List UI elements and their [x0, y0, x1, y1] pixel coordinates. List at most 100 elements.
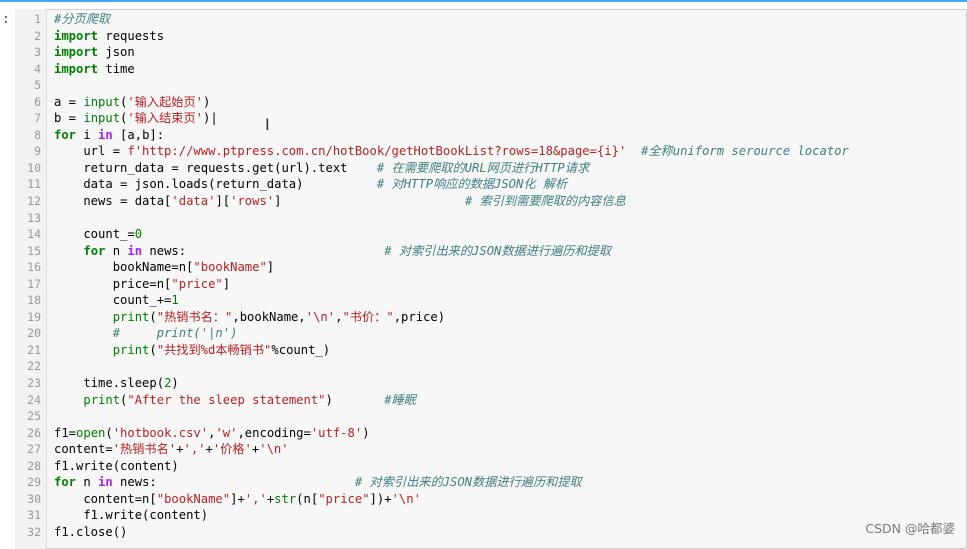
code-token: str [274, 491, 297, 506]
code-line[interactable]: 19 print("热销书名：",bookName,'\n',"书价：",pri… [0, 309, 967, 326]
code-token: 'hotbook.csv' [112, 425, 209, 440]
code-line[interactable]: 24 print("After the sleep statement") #睡… [0, 392, 967, 409]
code-token: open [76, 425, 106, 440]
code-line[interactable]: 20 # print('|n') [0, 325, 967, 342]
code-token: i [76, 127, 99, 142]
code-line[interactable]: 10 return_data = requests.get(url).text … [0, 160, 967, 177]
line-number: 21 [27, 342, 41, 357]
code-line[interactable]: 3 import json [0, 44, 967, 61]
code-token: a = [54, 94, 84, 109]
code-token: + [205, 442, 213, 457]
cell-selection-bar [0, 0, 967, 2]
line-number: 25 [27, 409, 41, 424]
text-cursor-icon: I [265, 115, 270, 134]
line-number: 16 [27, 260, 41, 275]
code-token: ] [274, 194, 465, 209]
code-line[interactable]: 15 for n in news: # 对索引出来的JSON数据进行遍历和提取 [0, 243, 967, 260]
code-token: content= [54, 442, 113, 457]
code-line[interactable]: 12 news = data['data']['rows'] # 索引到需要爬取… [0, 193, 967, 210]
code-line[interactable]: 28 f1.write(content) [0, 458, 967, 475]
code-token: %count_) [271, 342, 331, 357]
line-number: 31 [27, 508, 41, 523]
code-text: url = f'http://www.ptpress.com.cn/hotBoo… [54, 143, 848, 160]
code-line[interactable]: 16 bookName=n["bookName"] [0, 259, 967, 276]
code-line[interactable]: 17 price=n["price"] [0, 276, 967, 293]
code-line[interactable]: 2 import requests [0, 28, 967, 45]
code-token: ])+ [369, 491, 392, 506]
code-text: import time [54, 61, 135, 78]
code-token: in [98, 127, 113, 142]
code-token: 'rows' [230, 194, 275, 209]
line-number: 13 [27, 210, 41, 225]
code-token: ,bookName, [232, 309, 306, 324]
code-line[interactable]: 6 a = input('输入起始页') [0, 94, 967, 111]
code-line[interactable]: 31 f1.write(content) [0, 507, 967, 524]
line-number: 19 [27, 309, 41, 324]
code-token: ]+ [230, 491, 245, 506]
code-text: # print('|n') [54, 325, 238, 342]
code-line[interactable]: 30 content=n["bookName"]+','+str(n["pric… [0, 491, 967, 508]
code-token: b = [54, 111, 84, 126]
code-token: news: [112, 475, 355, 490]
line-number: 30 [27, 491, 41, 506]
code-editor[interactable]: 1 #分页爬取 2 import requests 3 import json 4 impor… [0, 11, 967, 541]
code-token: '\n' [259, 442, 289, 457]
line-number: 22 [27, 359, 41, 374]
code-line[interactable]: 5 [0, 77, 967, 94]
code-line[interactable]: 11 data = json.loads(return_data) # 对HTT… [0, 176, 967, 193]
code-line[interactable]: 14 count_=0 [0, 226, 967, 243]
code-text: import requests [54, 28, 164, 45]
code-text: price=n["price"] [54, 276, 230, 293]
code-line[interactable]: 32 f1.close() [0, 524, 967, 541]
code-token: ] [266, 260, 275, 275]
code-token: json [98, 45, 135, 60]
code-token: 1 [171, 293, 179, 308]
code-token: time.sleep( [54, 376, 165, 391]
code-token: data = json.loads(return_data) [54, 177, 377, 192]
code-token: for [54, 475, 77, 490]
code-token: import [54, 61, 99, 76]
code-text: print("共找到%d本畅销书"%count_) [54, 342, 330, 359]
code-token: ( [149, 342, 157, 357]
code-text: content=n["bookName"]+','+str(n["price"]… [54, 491, 421, 508]
line-number: 27 [27, 442, 41, 457]
code-token: count_+= [54, 293, 172, 308]
code-line[interactable]: 26 f1=open('hotbook.csv','w',encoding='ut… [0, 425, 967, 442]
code-text: for n in news: # 对索引出来的JSON数据进行遍历和提取 [54, 474, 582, 491]
code-line[interactable]: 29 for n in news: # 对索引出来的JSON数据进行遍历和提取 [0, 474, 967, 491]
line-number: 4 [34, 61, 41, 76]
code-token: '热销书名' [112, 442, 177, 457]
code-token: f1.close() [54, 524, 128, 539]
code-token: in [98, 475, 113, 490]
code-token: # 对索引出来的JSON数据进行遍历和提取 [354, 475, 582, 490]
code-token: ) [325, 392, 385, 407]
code-text: count_=0 [54, 226, 142, 243]
code-line[interactable]: 13 [0, 210, 967, 227]
line-number: 2 [34, 28, 41, 43]
code-token: import [54, 28, 99, 43]
code-token: [a,b]: [112, 127, 165, 142]
code-token: '输入起始页' [127, 94, 204, 109]
code-line[interactable]: 22 [0, 358, 967, 375]
code-line[interactable]: 23 time.sleep(2) [0, 375, 967, 392]
code-line[interactable]: 7 b = input('输入结束页')| [0, 110, 967, 127]
code-line[interactable]: 4 import time [0, 61, 967, 78]
code-line[interactable]: 8 for i in [a,b]: [0, 127, 967, 144]
code-token: '输入结束页' [127, 111, 204, 126]
code-line[interactable]: 21 print("共找到%d本畅销书"%count_) [0, 342, 967, 359]
code-line[interactable]: 25 [0, 408, 967, 425]
code-line[interactable]: 1 #分页爬取 [0, 11, 967, 28]
code-token: f1= [54, 425, 77, 440]
code-token: ( [149, 309, 157, 324]
code-line[interactable]: 18 count_+=1 [0, 292, 967, 309]
code-token: ,price) [393, 309, 446, 324]
code-line[interactable]: 9 url = f'http://www.ptpress.com.cn/hotB… [0, 143, 967, 160]
code-text: a = input('输入起始页') [54, 94, 210, 111]
code-token: print [83, 392, 121, 407]
code-token: '\n' [305, 309, 336, 324]
code-line[interactable]: 27 content='热销书名'+','+'价格'+'\n' [0, 441, 967, 458]
line-number: 6 [34, 94, 41, 109]
line-number: 32 [27, 524, 41, 539]
